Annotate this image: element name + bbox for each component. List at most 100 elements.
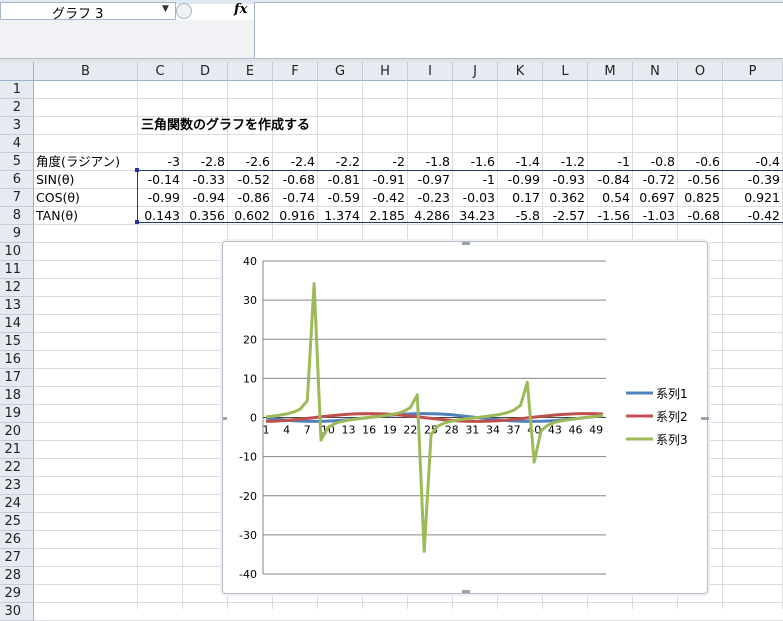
table-cell[interactable]: -2.8 bbox=[183, 153, 225, 171]
table-cell[interactable]: -0.94 bbox=[183, 189, 225, 207]
formula-divider-grip-icon[interactable] bbox=[176, 3, 192, 19]
sheet-title[interactable]: 三角関数のグラフを作成する bbox=[141, 117, 310, 135]
table-cell[interactable]: -0.74 bbox=[273, 189, 315, 207]
table-cell[interactable]: 0.17 bbox=[498, 189, 540, 207]
row-header-16[interactable]: 16 bbox=[0, 351, 34, 369]
row-header-27[interactable]: 27 bbox=[0, 549, 34, 567]
row-header-8[interactable]: 8 bbox=[0, 207, 34, 225]
column-header-F[interactable]: F bbox=[273, 62, 318, 81]
table-cell[interactable]: -0.99 bbox=[138, 189, 180, 207]
table-cell[interactable]: -0.39 bbox=[723, 171, 780, 189]
row-header-30[interactable]: 30 bbox=[0, 603, 34, 621]
formula-input[interactable] bbox=[254, 2, 783, 58]
select-all-corner[interactable] bbox=[0, 62, 34, 81]
table-cell[interactable]: -0.59 bbox=[318, 189, 360, 207]
row-header-10[interactable]: 10 bbox=[0, 243, 34, 261]
row-header-19[interactable]: 19 bbox=[0, 405, 34, 423]
table-cell[interactable]: -1.8 bbox=[408, 153, 450, 171]
table-cell[interactable]: -0.8 bbox=[633, 153, 675, 171]
chart-resize-handle[interactable] bbox=[219, 417, 227, 420]
table-cell[interactable]: 0.825 bbox=[678, 189, 720, 207]
row-header-24[interactable]: 24 bbox=[0, 495, 34, 513]
table-cell[interactable]: 0.54 bbox=[588, 189, 630, 207]
row-header-11[interactable]: 11 bbox=[0, 261, 34, 279]
table-cell[interactable]: -0.81 bbox=[318, 171, 360, 189]
table-cell[interactable]: 0.362 bbox=[543, 189, 585, 207]
row-label[interactable]: 角度(ラジアン) bbox=[36, 153, 136, 171]
table-cell[interactable]: -2.6 bbox=[228, 153, 270, 171]
row-header-6[interactable]: 6 bbox=[0, 171, 34, 189]
row-header-23[interactable]: 23 bbox=[0, 477, 34, 495]
column-header-C[interactable]: C bbox=[138, 62, 183, 81]
table-cell[interactable]: -0.99 bbox=[498, 171, 540, 189]
table-cell[interactable]: -2.4 bbox=[273, 153, 315, 171]
table-cell[interactable]: -0.56 bbox=[678, 171, 720, 189]
table-cell[interactable]: -0.42 bbox=[363, 189, 405, 207]
table-cell[interactable]: 0.921 bbox=[723, 189, 780, 207]
table-cell[interactable]: -0.4 bbox=[723, 153, 780, 171]
row-label[interactable]: SIN(θ) bbox=[36, 171, 136, 189]
table-cell[interactable]: -0.97 bbox=[408, 171, 450, 189]
table-cell[interactable]: -0.33 bbox=[183, 171, 225, 189]
chart-object[interactable]: 40 30 20 10 0 -10 -20 -30 -40 1 4 7 10 13 16 19 22 25 28 31… bbox=[219, 241, 709, 594]
table-cell[interactable]: -1 bbox=[453, 171, 495, 189]
column-header-H[interactable]: H bbox=[363, 62, 408, 81]
legend-label-3[interactable]: 系列3 bbox=[656, 433, 688, 447]
table-cell[interactable]: -1.6 bbox=[453, 153, 495, 171]
column-header-P[interactable]: P bbox=[723, 62, 783, 81]
column-header-D[interactable]: D bbox=[183, 62, 228, 81]
row-header-14[interactable]: 14 bbox=[0, 315, 34, 333]
column-header-G[interactable]: G bbox=[318, 62, 363, 81]
row-header-20[interactable]: 20 bbox=[0, 423, 34, 441]
row-header-21[interactable]: 21 bbox=[0, 441, 34, 459]
table-cell[interactable]: -0.91 bbox=[363, 171, 405, 189]
table-cell[interactable]: -0.03 bbox=[453, 189, 495, 207]
table-cell[interactable]: -2.2 bbox=[318, 153, 360, 171]
selection-handle-bottom[interactable] bbox=[135, 220, 139, 224]
table-cell[interactable]: -1.4 bbox=[498, 153, 540, 171]
column-header-B[interactable]: B bbox=[34, 62, 138, 81]
row-header-12[interactable]: 12 bbox=[0, 279, 34, 297]
row-header-4[interactable]: 4 bbox=[0, 135, 34, 153]
table-cell[interactable]: -0.72 bbox=[633, 171, 675, 189]
row-header-5[interactable]: 5 bbox=[0, 153, 34, 171]
table-cell[interactable]: -2 bbox=[363, 153, 405, 171]
table-cell[interactable]: -0.86 bbox=[228, 189, 270, 207]
column-header-O[interactable]: O bbox=[678, 62, 723, 81]
row-header-7[interactable]: 7 bbox=[0, 189, 34, 207]
chart-resize-handle[interactable] bbox=[462, 590, 470, 593]
row-header-25[interactable]: 25 bbox=[0, 513, 34, 531]
row-header-22[interactable]: 22 bbox=[0, 459, 34, 477]
column-header-N[interactable]: N bbox=[633, 62, 678, 81]
table-cell[interactable]: -0.68 bbox=[273, 171, 315, 189]
table-cell[interactable]: -0.84 bbox=[588, 171, 630, 189]
chevron-down-icon[interactable]: ▼ bbox=[162, 4, 169, 14]
table-cell[interactable]: -1.2 bbox=[543, 153, 585, 171]
table-cell[interactable]: -0.93 bbox=[543, 171, 585, 189]
column-header-E[interactable]: E bbox=[228, 62, 273, 81]
table-cell[interactable]: -0.23 bbox=[408, 189, 450, 207]
row-header-29[interactable]: 29 bbox=[0, 585, 34, 603]
column-header-L[interactable]: L bbox=[543, 62, 588, 81]
row-header-15[interactable]: 15 bbox=[0, 333, 34, 351]
chart-resize-handle[interactable] bbox=[462, 242, 470, 245]
row-header-26[interactable]: 26 bbox=[0, 531, 34, 549]
table-cell[interactable]: -1 bbox=[588, 153, 630, 171]
selection-handle-top[interactable] bbox=[135, 168, 139, 172]
column-header-M[interactable]: M bbox=[588, 62, 633, 81]
row-header-28[interactable]: 28 bbox=[0, 567, 34, 585]
table-cell[interactable]: 0.697 bbox=[633, 189, 675, 207]
table-cell[interactable]: -0.52 bbox=[228, 171, 270, 189]
table-cell[interactable]: -0.6 bbox=[678, 153, 720, 171]
table-cell[interactable]: -0.14 bbox=[138, 171, 180, 189]
table-cell[interactable]: -3 bbox=[138, 153, 180, 171]
column-header-I[interactable]: I bbox=[408, 62, 453, 81]
insert-function-button[interactable]: fx bbox=[234, 2, 247, 17]
row-header-13[interactable]: 13 bbox=[0, 297, 34, 315]
row-header-1[interactable]: 1 bbox=[0, 81, 34, 99]
row-label[interactable]: TAN(θ) bbox=[36, 207, 136, 225]
row-label[interactable]: COS(θ) bbox=[36, 189, 136, 207]
legend-label-1[interactable]: 系列1 bbox=[656, 387, 688, 401]
row-header-18[interactable]: 18 bbox=[0, 387, 34, 405]
row-header-17[interactable]: 17 bbox=[0, 369, 34, 387]
